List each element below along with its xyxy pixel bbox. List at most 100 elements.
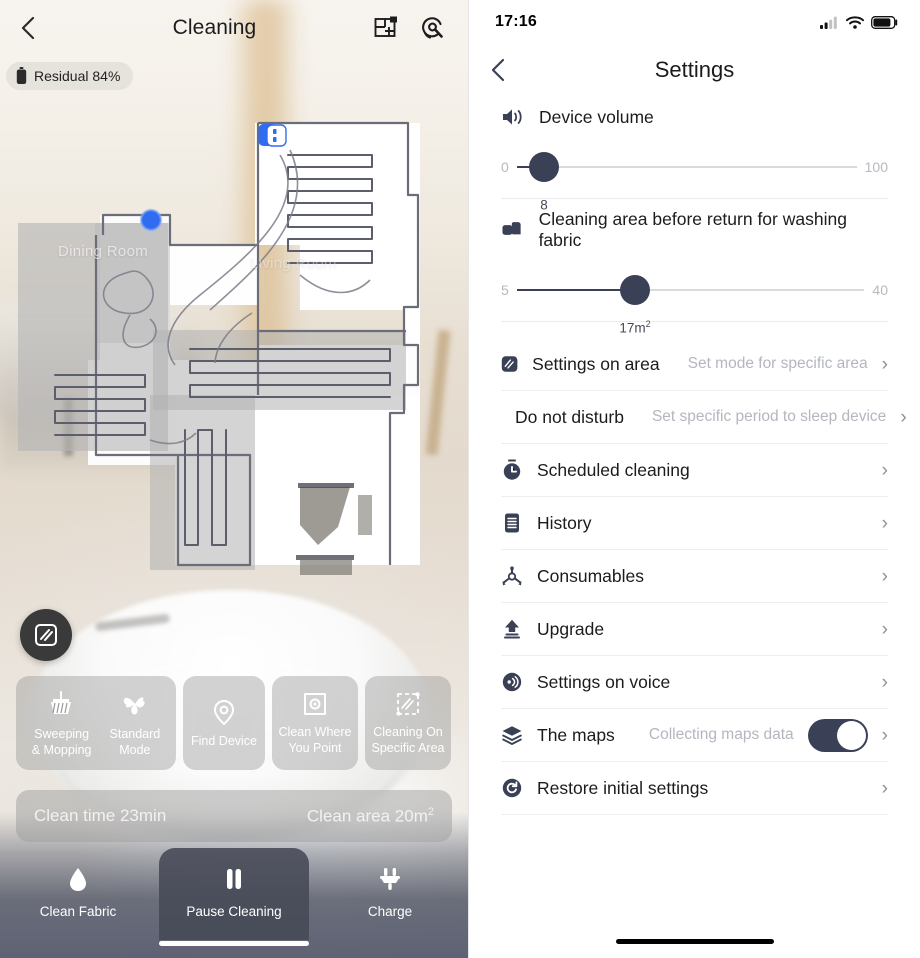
setting-device-volume: Device volume 0 8 100 <box>469 96 920 213</box>
slider-knob[interactable] <box>619 275 650 305</box>
brush-consumable-icon <box>502 566 522 586</box>
chip-clean-where-you-point[interactable]: Clean Where You Point <box>272 676 358 770</box>
slider-max-label: 100 <box>864 159 888 175</box>
chip-sweeping-mopping[interactable]: Sweeping & Mopping <box>23 690 101 758</box>
battery-residual-badge: Residual 84% <box>6 62 134 90</box>
list-item-label: Consumables <box>537 565 644 586</box>
broom-icon <box>50 690 71 714</box>
slider-track[interactable]: 8 <box>516 152 857 213</box>
chevron-right-icon: › <box>881 777 888 799</box>
clock-timer-icon <box>503 459 521 480</box>
clean-area-text: Clean area 20m2 <box>306 805 434 826</box>
layers-maps-icon <box>502 726 522 745</box>
maintenance-button[interactable] <box>419 15 446 42</box>
list-item-do-not-disturb[interactable]: Do not disturb Set specific period to sl… <box>501 391 907 444</box>
cleaning-stats-bar: Clean time 23min Clean area 20m2 <box>16 790 452 842</box>
zone-stripes-icon <box>501 356 518 372</box>
chevron-right-icon: › <box>881 724 888 746</box>
upgrade-arrow-icon <box>504 619 520 639</box>
slider-knob[interactable] <box>528 152 559 182</box>
list-item-label: History <box>537 512 592 533</box>
battery-icon <box>16 67 27 84</box>
charging-dock-marker[interactable] <box>258 123 288 149</box>
floorplan-edit-icon <box>374 16 397 37</box>
list-item-consumables[interactable]: Consumables › <box>501 550 888 603</box>
tab-charge[interactable]: Charge <box>315 848 465 919</box>
list-item-settings-on-voice[interactable]: Settings on voice › <box>501 656 888 709</box>
tab-pause-cleaning[interactable]: Pause Cleaning <box>159 848 309 940</box>
slider-header: Cleaning area before return for washing … <box>501 209 888 251</box>
collecting-maps-data-toggle[interactable] <box>807 718 868 752</box>
header-actions <box>373 15 468 42</box>
status-icons <box>820 15 898 29</box>
chip-label: Find Device <box>191 733 257 748</box>
setting-label: Cleaning area before return for washing … <box>538 209 847 250</box>
divider <box>501 321 888 322</box>
battery-full-icon <box>871 15 898 29</box>
clean-time-text: Clean time 23min <box>34 806 167 825</box>
list-item-label: Restore initial settings <box>537 777 709 798</box>
map-floorplan-svg <box>18 121 420 575</box>
chip-cleaning-on-specific-area[interactable]: Cleaning On Specific Area <box>365 676 451 770</box>
list-item-the-maps[interactable]: The maps Collecting maps data › <box>501 709 888 762</box>
quick-action-chips: Sweeping & Mopping Standard Mode Find De… <box>0 676 468 770</box>
chip-label: Standard Mode <box>109 726 161 757</box>
plug-icon <box>380 868 400 890</box>
setting-cleaning-area-before-wash: Cleaning area before return for washing … <box>469 199 920 336</box>
slider-value: 8 <box>540 197 548 213</box>
slider-value: 17m2 <box>619 319 651 336</box>
list-item-label: The maps <box>537 724 615 745</box>
tab-label: Clean Fabric <box>39 904 117 919</box>
volume-slider[interactable]: 0 8 100 <box>501 150 888 213</box>
list-item-settings-on-area[interactable]: Settings on area Set mode for specific a… <box>501 338 888 391</box>
maintenance-wrench-icon <box>422 16 443 39</box>
chip-label: Cleaning On Specific Area <box>371 725 445 755</box>
area-squares-icon <box>502 222 521 235</box>
chip-label: Sweeping & Mopping <box>31 726 92 757</box>
chip-mode-group[interactable]: Sweeping & Mopping Standard Mode <box>16 676 176 770</box>
page-title: Settings <box>654 57 735 82</box>
zone-settings-fab[interactable] <box>20 609 72 661</box>
location-pin-icon <box>213 699 235 726</box>
chevron-right-icon: › <box>881 353 888 375</box>
point-target-icon <box>304 693 326 716</box>
list-item-value: Set specific period to sleep device <box>651 408 887 425</box>
chevron-right-icon: › <box>881 459 888 481</box>
tab-clean-fabric[interactable]: Clean Fabric <box>3 848 153 919</box>
left-phone-cleaning-screen: Dining Room Living Room Cleaning Residua… <box>0 0 468 958</box>
list-item-value: Set mode for specific area <box>687 355 868 372</box>
list-item-upgrade[interactable]: Upgrade › <box>501 603 888 656</box>
tab-label: Charge <box>367 904 413 919</box>
chevron-right-icon: › <box>900 406 907 428</box>
restore-refresh-icon <box>502 778 522 798</box>
chevron-right-icon: › <box>881 671 888 693</box>
voice-waves-icon <box>502 672 522 692</box>
slider-track[interactable]: 17m2 <box>516 275 865 336</box>
list-item-restore-initial-settings[interactable]: Restore initial settings › <box>501 762 888 815</box>
chip-find-device[interactable]: Find Device <box>183 676 265 770</box>
list-item-label: Scheduled cleaning <box>537 459 690 480</box>
home-indicator <box>159 941 309 946</box>
chevron-right-icon: › <box>881 618 888 640</box>
area-slider[interactable]: 5 17m2 40 <box>501 273 888 336</box>
right-phone-settings-screen: 17:16 Settings Device volume 0 8 100 Cle… <box>468 0 920 958</box>
chip-standard-mode[interactable]: Standard Mode <box>101 690 170 758</box>
slider-max-label: 40 <box>872 282 888 298</box>
setting-label: Device volume <box>539 106 654 127</box>
left-header: Cleaning <box>0 0 468 56</box>
robot-position-marker[interactable] <box>139 208 163 232</box>
list-item-history[interactable]: History › <box>501 497 888 550</box>
back-button[interactable] <box>0 0 56 56</box>
slider-header: Device volume <box>501 106 888 128</box>
cleaning-map[interactable]: Dining Room Living Room <box>0 95 468 575</box>
water-drop-icon <box>70 868 86 891</box>
list-item-label: Do not disturb <box>515 406 624 427</box>
slider-min-label: 0 <box>501 159 509 175</box>
list-item-scheduled-cleaning[interactable]: Scheduled cleaning › <box>501 444 888 497</box>
map-edit-button[interactable] <box>373 15 399 41</box>
battery-residual-text: Residual 84% <box>34 68 121 84</box>
slider-min-label: 5 <box>501 282 509 298</box>
settings-list: Settings on area Set mode for specific a… <box>469 338 920 815</box>
list-item-value: Collecting maps data <box>648 726 794 743</box>
chevron-right-icon: › <box>881 565 888 587</box>
